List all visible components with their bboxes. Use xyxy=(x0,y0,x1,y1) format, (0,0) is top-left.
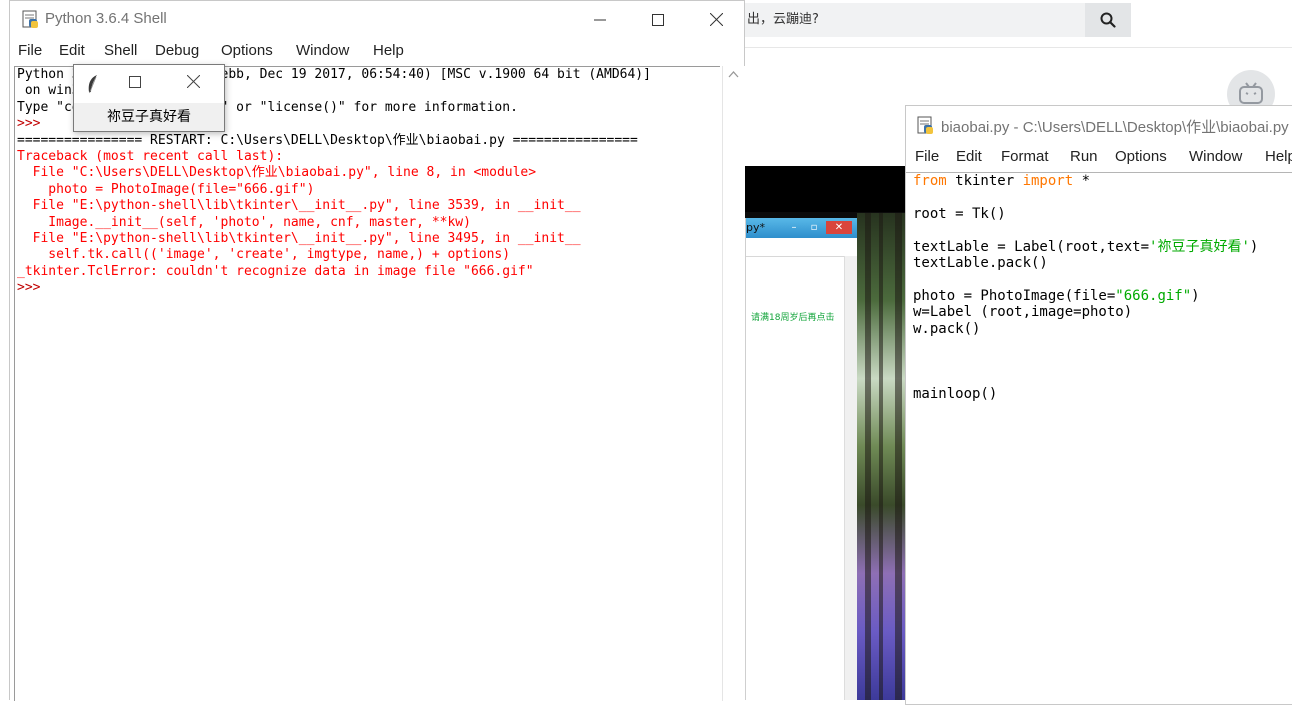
browser-header-divider xyxy=(745,47,1292,48)
code-token: import xyxy=(1022,173,1074,189)
code-token: textLable.pack() xyxy=(913,254,1048,271)
shell-line: ================ RESTART: C:\Users\DELL\… xyxy=(17,132,638,148)
tk-feather-icon xyxy=(88,75,97,94)
code-line: textLable = Label(root,text='祢豆子真好看') xyxy=(913,239,1292,255)
code-editor[interactable]: from tkinter import * root = Tk() textLa… xyxy=(906,172,1292,706)
search-icon xyxy=(1100,12,1116,28)
minimize-button[interactable] xyxy=(571,1,629,38)
background-popup-title: py* xyxy=(746,221,765,234)
code-token: textLable = Label(root,text= xyxy=(913,238,1150,255)
code-line: w=Label (root,image=photo) xyxy=(913,304,1292,320)
background-popup-scrollbar[interactable] xyxy=(844,256,857,700)
shell-line: >>> xyxy=(17,280,49,296)
shell-title: Python 3.6.4 Shell xyxy=(45,10,167,27)
shell-line: Image.__init__(self, 'photo', name, cnf,… xyxy=(17,214,471,230)
editor-window: biaobai.py - C:\Users\DELL\Desktop\作业\bi… xyxy=(905,105,1292,705)
shell-line: photo = PhotoImage(file="666.gif") xyxy=(17,181,315,197)
menu-help[interactable]: Help xyxy=(373,42,404,59)
shell-titlebar[interactable]: Python 3.6.4 Shell xyxy=(10,1,744,38)
menu-file[interactable]: File xyxy=(18,42,42,59)
forest-image xyxy=(857,213,907,700)
menu-options[interactable]: Options xyxy=(1115,148,1167,165)
code-token: photo = PhotoImage(file= xyxy=(913,287,1116,304)
menu-debug[interactable]: Debug xyxy=(155,42,199,59)
scroll-up-icon[interactable] xyxy=(728,70,739,78)
code-token: ) xyxy=(1249,238,1259,255)
maximize-icon[interactable]: ▫ xyxy=(806,221,822,234)
maximize-button[interactable] xyxy=(629,1,687,38)
close-icon[interactable]: ✕ xyxy=(826,221,852,234)
search-input[interactable]: 出，云蹦迪? xyxy=(745,3,1085,37)
menu-edit[interactable]: Edit xyxy=(59,42,85,59)
menu-window[interactable]: Window xyxy=(296,42,349,59)
code-token: root = Tk() xyxy=(913,205,1006,222)
idle-app-icon xyxy=(22,10,38,28)
tk-titlebar[interactable] xyxy=(74,65,224,103)
menu-shell[interactable]: Shell xyxy=(104,42,137,59)
shell-line: File "E:\python-shell\lib\tkinter\__init… xyxy=(17,198,581,214)
code-token: * xyxy=(1073,173,1091,189)
search-button[interactable] xyxy=(1085,3,1131,37)
shell-output[interactable]: Python 3.6.4 (v3.6.4:d48ecebb, Dec 19 20… xyxy=(14,66,720,701)
shell-line: File "E:\python-shell\lib\tkinter\__init… xyxy=(17,230,581,246)
age-notice: 请满18周岁后再点击 xyxy=(751,313,835,323)
close-icon[interactable] xyxy=(187,75,200,88)
tk-popup-window: 祢豆子真好看 xyxy=(73,64,225,132)
idle-app-icon xyxy=(917,116,933,134)
background-popup-titlebar: py* – ▫ ✕ xyxy=(746,218,857,238)
close-icon xyxy=(709,13,723,26)
editor-titlebar[interactable]: biaobai.py - C:\Users\DELL\Desktop\作业\bi… xyxy=(906,106,1292,144)
shell-scrollbar[interactable] xyxy=(722,66,745,701)
shell-line: File "C:\Users\DELL\Desktop\作业\biaobai.p… xyxy=(17,165,537,181)
code-token: ) xyxy=(1191,287,1200,304)
menu-window[interactable]: Window xyxy=(1189,148,1242,165)
tv-mascot-icon xyxy=(1239,82,1263,104)
code-line: root = Tk() xyxy=(913,206,1292,222)
editor-menubar: File Edit Format Run Options Window Help xyxy=(906,144,1292,170)
menu-file[interactable]: File xyxy=(915,148,939,165)
code-token: tkinter xyxy=(946,173,1023,189)
menu-help[interactable]: Help xyxy=(1265,148,1292,165)
menu-run[interactable]: Run xyxy=(1070,148,1098,165)
minimize-icon[interactable]: – xyxy=(786,221,802,234)
minimize-icon xyxy=(594,19,606,20)
menu-format[interactable]: Format xyxy=(1001,148,1049,165)
code-token: '祢豆子真好看' xyxy=(1149,238,1250,255)
shell-menubar: File Edit Shell Debug Options Window Hel… xyxy=(10,38,744,64)
menu-edit[interactable]: Edit xyxy=(956,148,982,165)
tk-label: 祢豆子真好看 xyxy=(107,109,191,125)
code-line: textLable.pack() xyxy=(913,255,1292,271)
shell-line: Traceback (most recent call last): xyxy=(17,148,284,164)
code-token: w=Label (root,image=photo) xyxy=(913,304,1133,321)
shell-line: _tkinter.TclError: couldn't recognize da… xyxy=(17,263,534,279)
shell-line: self.tk.call(('image', 'create', imgtype… xyxy=(17,247,511,263)
editor-title: biaobai.py - C:\Users\DELL\Desktop\作业\bi… xyxy=(941,119,1289,136)
code-token: from xyxy=(913,173,947,189)
code-token: w.pack() xyxy=(913,320,981,337)
code-line: from tkinter import * xyxy=(913,173,1292,189)
close-button[interactable] xyxy=(687,1,745,38)
background-popup-window: py* – ▫ ✕ 请满18周岁后再点击 xyxy=(745,218,857,700)
code-line: mainloop() xyxy=(913,386,1292,402)
code-token: mainloop() xyxy=(913,386,998,403)
menu-options[interactable]: Options xyxy=(221,42,273,59)
maximize-icon[interactable] xyxy=(129,76,141,88)
code-token: "666.gif" xyxy=(1115,287,1192,304)
maximize-icon xyxy=(652,13,664,26)
code-line: photo = PhotoImage(file="666.gif") xyxy=(913,288,1292,304)
code-line: w.pack() xyxy=(913,321,1292,337)
